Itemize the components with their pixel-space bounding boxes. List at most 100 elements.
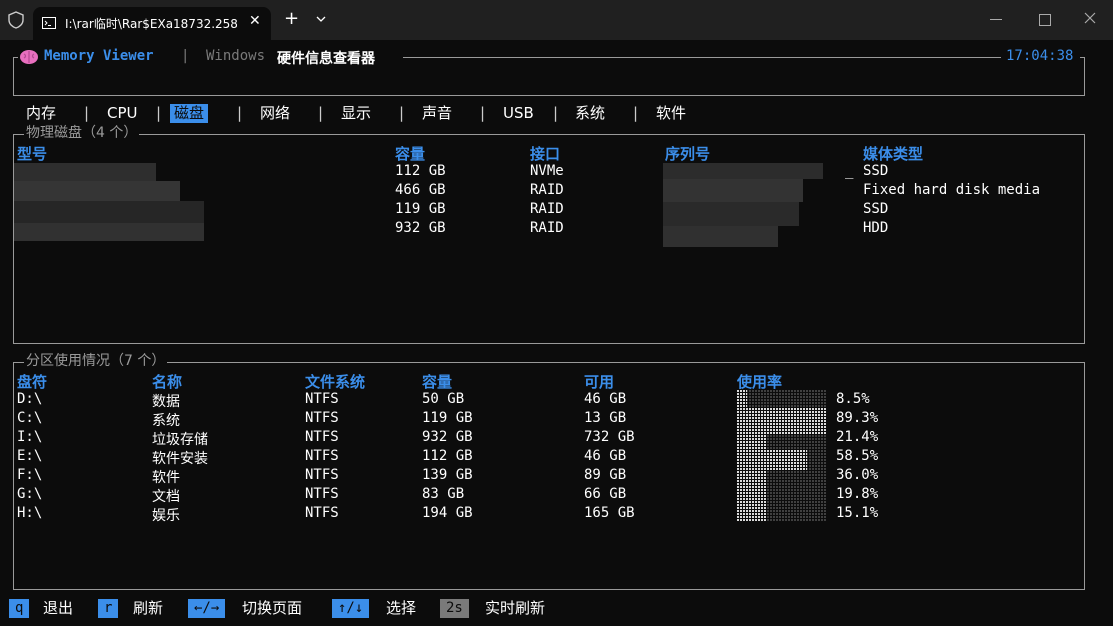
tab-software[interactable]: 软件: [652, 104, 690, 123]
refresh-label: 刷新: [133, 599, 164, 617]
partition-capacity: 139 GB: [422, 467, 473, 483]
switch-page-label: 切换页面: [242, 599, 303, 617]
partition-fs: NTFS: [305, 410, 339, 426]
tab-separator: |: [154, 104, 164, 122]
tab-display[interactable]: 显示: [337, 104, 375, 123]
brain-icon: [20, 50, 38, 64]
maximize-icon[interactable]: [1039, 14, 1051, 26]
tab-separator: |: [631, 104, 641, 122]
partition-fs: NTFS: [305, 391, 339, 407]
col-usage: 使用率: [737, 373, 783, 391]
disk-media: SSD: [863, 201, 889, 217]
header-border: [13, 57, 18, 58]
plus-icon[interactable]: +: [284, 10, 299, 28]
partition-name: 文档: [152, 489, 180, 505]
refresh-key[interactable]: r: [98, 599, 119, 618]
col-interface: 接口: [530, 145, 561, 163]
partition-name: 垃圾存储: [152, 432, 208, 448]
partition-fs: NTFS: [305, 486, 339, 502]
tab-system[interactable]: 系统: [571, 104, 609, 123]
partition-name: 系统: [152, 413, 180, 429]
partition-usage: 8.5%: [836, 391, 870, 407]
partition-drive: G:\: [17, 486, 43, 502]
window-titlebar: I:\rar临时\Rar$EXa18732.25839 ✕ +: [0, 0, 1113, 40]
partition-name: 娱乐: [152, 508, 180, 524]
disk-interface: RAID: [530, 201, 564, 217]
disk-interface: RAID: [530, 220, 564, 236]
tab-disk[interactable]: 磁盘: [170, 104, 209, 123]
disk-interface: NVMe: [530, 163, 564, 179]
partition-free: 46 GB: [584, 448, 627, 464]
partition-free: 66 GB: [584, 486, 627, 502]
partition-usage: 89.3%: [836, 410, 879, 426]
partition-usage: 58.5%: [836, 448, 879, 464]
partition-drive: F:\: [17, 467, 43, 483]
quit-label: 退出: [43, 599, 74, 617]
disk-capacity: 932 GB: [395, 220, 446, 236]
subtitle-app: 硬件信息查看器: [277, 51, 375, 67]
partition-free: 165 GB: [584, 505, 635, 521]
header-border: [403, 57, 1001, 58]
select-key[interactable]: ↑/↓: [332, 599, 370, 618]
terminal-icon: [42, 17, 56, 29]
partition-free: 89 GB: [584, 467, 627, 483]
row-marker: _: [845, 163, 854, 179]
quit-key[interactable]: q: [9, 599, 30, 618]
col-capacity: 容量: [395, 145, 426, 163]
partition-usage: 19.8%: [836, 486, 879, 502]
partition-free: 46 GB: [584, 391, 627, 407]
col-drive: 盘符: [17, 373, 48, 391]
tab-memory[interactable]: 内存: [22, 104, 60, 123]
terminal-tab[interactable]: I:\rar临时\Rar$EXa18732.25839 ✕: [33, 7, 271, 40]
partition-usage: 21.4%: [836, 429, 879, 445]
subtitle-os: Windows: [206, 48, 266, 64]
partition-capacity: 119 GB: [422, 410, 473, 426]
header-panel: [13, 57, 1085, 96]
disk-media: HDD: [863, 220, 889, 236]
tab-network[interactable]: 网络: [256, 104, 294, 123]
partition-drive: I:\: [17, 429, 43, 445]
partition-name: 数据: [152, 394, 180, 410]
partition-free: 732 GB: [584, 429, 635, 445]
partition-fs: NTFS: [305, 429, 339, 445]
partitions-title: 分区使用情况（7 个）: [24, 353, 168, 369]
col-serial: 序列号: [665, 145, 711, 163]
switch-page-key[interactable]: ←/→: [188, 599, 226, 618]
disk-interface: RAID: [530, 182, 564, 198]
close-icon[interactable]: ✕: [249, 13, 261, 29]
partition-fs: NTFS: [305, 448, 339, 464]
app-name: Memory Viewer: [44, 48, 154, 64]
tab-separator: |: [235, 104, 245, 122]
clock: 17:04:38: [1006, 48, 1074, 64]
window-close-icon[interactable]: [1082, 10, 1098, 26]
partition-fs: NTFS: [305, 505, 339, 521]
tab-separator: |: [82, 104, 92, 122]
disk-media: Fixed hard disk media: [863, 182, 1041, 198]
col-name: 名称: [152, 373, 183, 391]
disk-capacity: 119 GB: [395, 201, 446, 217]
partition-drive: H:\: [17, 505, 43, 521]
usage-bar-graphic: [737, 390, 827, 522]
live-refresh-key[interactable]: 2s: [440, 599, 469, 618]
partition-free: 13 GB: [584, 410, 627, 426]
partition-drive: C:\: [17, 410, 43, 426]
chevron-down-icon[interactable]: [315, 14, 327, 24]
col-model: 型号: [17, 145, 48, 163]
tab-separator: |: [316, 104, 326, 122]
minimize-icon[interactable]: [990, 19, 1002, 20]
partition-capacity: 194 GB: [422, 505, 473, 521]
col-free: 可用: [584, 373, 615, 391]
live-refresh-label: 实时刷新: [485, 599, 546, 617]
col-capacity: 容量: [422, 373, 453, 391]
tab-sound[interactable]: 声音: [418, 104, 456, 123]
partition-fs: NTFS: [305, 467, 339, 483]
disk-capacity: 466 GB: [395, 182, 446, 198]
partition-name: 软件安装: [152, 451, 208, 467]
tab-cpu[interactable]: CPU: [103, 104, 142, 123]
header-separator: |: [181, 48, 190, 64]
tab-usb[interactable]: USB: [499, 104, 538, 123]
partition-name: 软件: [152, 470, 180, 486]
shield-icon[interactable]: [7, 11, 25, 29]
partition-capacity: 83 GB: [422, 486, 465, 502]
col-media: 媒体类型: [863, 145, 924, 163]
